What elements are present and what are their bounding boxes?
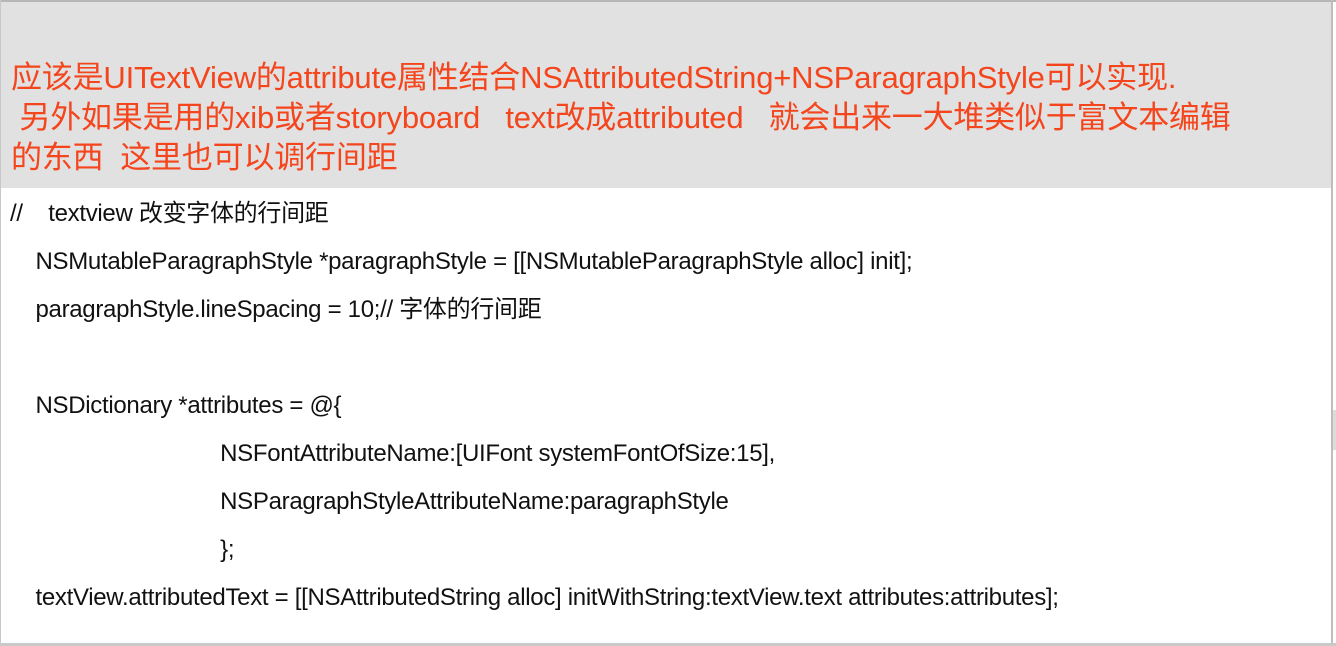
- left-border: [0, 0, 1, 646]
- note-line-2: 另外如果是用的xib或者storyboard text改成attributed …: [11, 100, 1231, 135]
- code-line-font-attribute: NSFontAttributeName:[UIFont systemFontOf…: [10, 440, 775, 467]
- code-line-paragraph-attribute: NSParagraphStyleAttributeName:paragraphS…: [10, 488, 729, 515]
- screenshot-page: 应该是UITextView的attribute属性结合NSAttributedS…: [0, 0, 1336, 646]
- note-line-1: 应该是UITextView的attribute属性结合NSAttributedS…: [11, 60, 1177, 95]
- right-border: [1331, 0, 1333, 646]
- note-line-3: 的东西 这里也可以调行间距: [11, 140, 398, 175]
- code-line-paragraph-style-alloc: NSMutableParagraphStyle *paragraphStyle …: [10, 248, 913, 275]
- code-line-line-spacing: paragraphStyle.lineSpacing = 10;// 字体的行间…: [10, 296, 542, 323]
- code-block: // textview 改变字体的行间距 NSMutableParagraphS…: [10, 196, 1059, 628]
- code-line-attributes-dict: NSDictionary *attributes = @{: [10, 392, 342, 419]
- code-line-dict-close: };: [10, 536, 235, 563]
- highlighted-note: 应该是UITextView的attribute属性结合NSAttributedS…: [1, 2, 1331, 188]
- top-border: [0, 0, 1336, 2]
- code-line-comment: // textview 改变字体的行间距: [10, 200, 329, 227]
- code-line-attributed-text: textView.attributedText = [[NSAttributed…: [10, 584, 1059, 611]
